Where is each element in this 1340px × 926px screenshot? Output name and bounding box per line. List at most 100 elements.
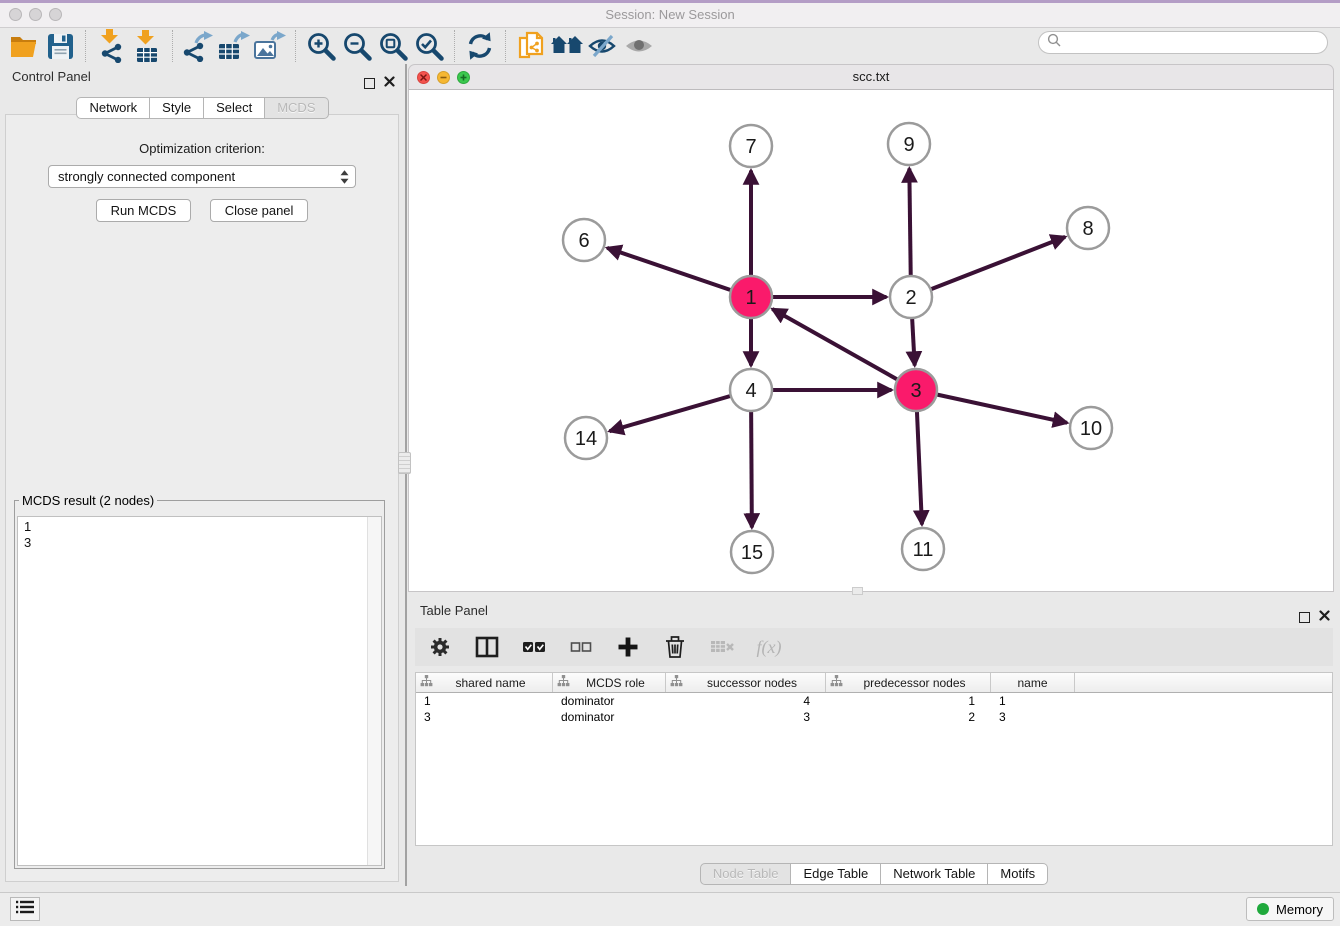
network-canvas[interactable]: 7 9 6 8 1 2 4 3 14 10 15 11 bbox=[408, 90, 1334, 592]
zoom-in-icon[interactable] bbox=[303, 28, 339, 64]
open-file-icon[interactable] bbox=[6, 28, 42, 64]
tab-style[interactable]: Style bbox=[150, 97, 204, 119]
cell-mcds-role[interactable]: dominator bbox=[553, 694, 666, 708]
column-header-predecessor-nodes[interactable]: predecessor nodes bbox=[826, 673, 991, 692]
tab-network[interactable]: Network bbox=[76, 97, 150, 119]
home-icon[interactable] bbox=[549, 28, 585, 64]
minimize-window-icon[interactable] bbox=[29, 8, 42, 21]
import-network-icon[interactable] bbox=[93, 28, 129, 64]
close-window-icon[interactable] bbox=[9, 8, 22, 21]
refresh-icon[interactable] bbox=[462, 28, 498, 64]
node-15[interactable]: 15 bbox=[731, 531, 773, 573]
cell-mcds-role[interactable]: dominator bbox=[553, 710, 666, 724]
maximize-view-icon[interactable] bbox=[457, 71, 470, 84]
window-title: Session: New Session bbox=[0, 3, 1340, 27]
close-table-panel-icon[interactable] bbox=[1319, 604, 1330, 630]
edge-3-1[interactable] bbox=[772, 309, 916, 390]
svg-text:15: 15 bbox=[741, 542, 763, 564]
criterion-select[interactable]: strongly connected component bbox=[48, 165, 356, 188]
node-14[interactable]: 14 bbox=[565, 417, 607, 459]
search-input[interactable] bbox=[1066, 35, 1327, 51]
table-toolbar: f(x) bbox=[415, 628, 1333, 666]
toolbar-separator bbox=[295, 30, 296, 62]
criterion-value: strongly connected component bbox=[58, 169, 339, 184]
close-view-icon[interactable] bbox=[417, 71, 430, 84]
tab-motifs[interactable]: Motifs bbox=[988, 863, 1048, 885]
node-8[interactable]: 8 bbox=[1067, 207, 1109, 249]
edge-2-8[interactable] bbox=[911, 237, 1065, 297]
horizontal-splitter-grip[interactable] bbox=[852, 587, 863, 595]
cell-shared-name[interactable]: 1 bbox=[416, 694, 553, 708]
maximize-window-icon[interactable] bbox=[49, 8, 62, 21]
table-row[interactable]: 1dominator411 bbox=[416, 693, 1332, 709]
edge-1-6[interactable] bbox=[607, 248, 751, 297]
mcds-result-group: MCDS result (2 nodes) 1 3 bbox=[14, 493, 385, 869]
search-box[interactable] bbox=[1038, 31, 1328, 54]
cell-name[interactable]: 3 bbox=[991, 710, 1075, 724]
node-table[interactable]: shared name MCDS role successor nodes prede… bbox=[415, 672, 1333, 846]
run-mcds-button[interactable]: Run MCDS bbox=[96, 199, 192, 222]
import-table-icon[interactable] bbox=[129, 28, 165, 64]
deselect-all-icon[interactable] bbox=[568, 634, 594, 660]
table-row[interactable]: 3dominator323 bbox=[416, 709, 1332, 725]
minimize-view-icon[interactable] bbox=[437, 71, 450, 84]
cell-predecessor-nodes[interactable]: 2 bbox=[826, 710, 991, 724]
tab-node-table[interactable]: Node Table bbox=[700, 863, 792, 885]
column-label: predecessor nodes bbox=[843, 676, 986, 690]
zoom-out-icon[interactable] bbox=[339, 28, 375, 64]
save-session-icon[interactable] bbox=[42, 28, 78, 64]
edge-3-10[interactable] bbox=[916, 390, 1067, 423]
zoom-selected-icon[interactable] bbox=[411, 28, 447, 64]
tab-edge-table[interactable]: Edge Table bbox=[791, 863, 881, 885]
add-column-icon[interactable] bbox=[615, 634, 641, 660]
column-header-mcds-role[interactable]: MCDS role bbox=[553, 673, 666, 692]
node-7[interactable]: 7 bbox=[730, 125, 772, 167]
tab-network-table[interactable]: Network Table bbox=[881, 863, 988, 885]
delete-column-icon[interactable] bbox=[662, 634, 688, 660]
node-2[interactable]: 2 bbox=[890, 276, 932, 318]
panel-splitter-grip[interactable] bbox=[398, 452, 411, 474]
float-table-panel-icon[interactable] bbox=[1299, 612, 1310, 623]
float-panel-icon[interactable] bbox=[364, 78, 375, 89]
copy-network-icon[interactable] bbox=[513, 28, 549, 64]
tab-mcds[interactable]: MCDS bbox=[265, 97, 328, 119]
cell-successor-nodes[interactable]: 4 bbox=[666, 694, 826, 708]
export-image-icon[interactable] bbox=[252, 28, 288, 64]
node-3[interactable]: 3 bbox=[895, 369, 937, 411]
network-graph[interactable]: 7 9 6 8 1 2 4 3 14 10 15 11 bbox=[409, 90, 1333, 590]
memory-button[interactable]: Memory bbox=[1246, 897, 1334, 921]
mcds-result-area[interactable]: 1 3 bbox=[17, 516, 382, 866]
search-icon bbox=[1047, 33, 1061, 52]
select-all-icon[interactable] bbox=[521, 634, 547, 660]
table-options-icon[interactable] bbox=[427, 634, 453, 660]
cell-successor-nodes[interactable]: 3 bbox=[666, 710, 826, 724]
panel-splitter[interactable] bbox=[405, 64, 407, 886]
column-label: MCDS role bbox=[570, 676, 661, 690]
node-9[interactable]: 9 bbox=[888, 123, 930, 165]
close-panel-button[interactable]: Close panel bbox=[210, 199, 309, 222]
network-window-titlebar[interactable]: scc.txt bbox=[408, 64, 1334, 90]
node-1[interactable]: 1 bbox=[730, 276, 772, 318]
node-11[interactable]: 11 bbox=[902, 528, 944, 570]
cell-predecessor-nodes[interactable]: 1 bbox=[826, 694, 991, 708]
select-stepper-icon bbox=[339, 169, 350, 185]
export-network-icon[interactable] bbox=[180, 28, 216, 64]
zoom-fit-icon[interactable] bbox=[375, 28, 411, 64]
result-scrollbar[interactable] bbox=[367, 517, 381, 865]
cell-shared-name[interactable]: 3 bbox=[416, 710, 553, 724]
node-10[interactable]: 10 bbox=[1070, 407, 1112, 449]
node-6[interactable]: 6 bbox=[563, 219, 605, 261]
close-panel-icon[interactable] bbox=[384, 70, 395, 96]
column-header-successor-nodes[interactable]: successor nodes bbox=[666, 673, 826, 692]
column-header-name[interactable]: name bbox=[991, 673, 1075, 692]
node-4[interactable]: 4 bbox=[730, 369, 772, 411]
tab-select[interactable]: Select bbox=[204, 97, 265, 119]
task-history-button[interactable] bbox=[10, 897, 40, 921]
hide-unselected-icon[interactable] bbox=[585, 28, 621, 64]
export-table-icon[interactable] bbox=[216, 28, 252, 64]
show-all-icon[interactable] bbox=[621, 28, 657, 64]
toolbar-separator bbox=[172, 30, 173, 62]
cell-name[interactable]: 1 bbox=[991, 694, 1075, 708]
column-header-shared-name[interactable]: shared name bbox=[416, 673, 553, 692]
show-columns-icon[interactable] bbox=[474, 634, 500, 660]
